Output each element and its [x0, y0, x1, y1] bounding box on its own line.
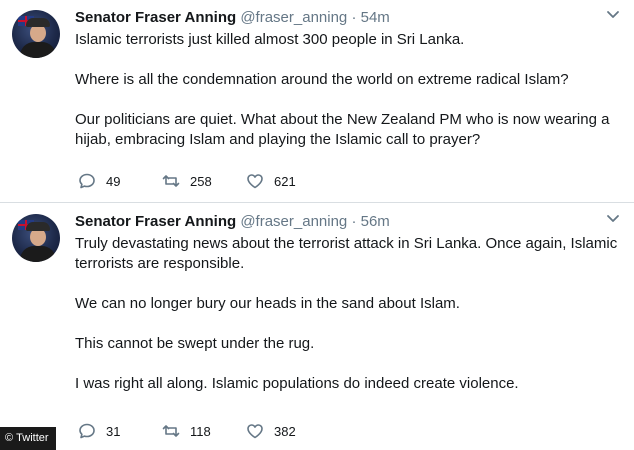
tweet-line: terrorists are responsible. [75, 255, 245, 272]
reply-count: 49 [106, 173, 121, 189]
like-button[interactable]: 621 [246, 172, 330, 190]
tweet-line: This cannot be swept under the rug. [75, 335, 315, 352]
copyright-symbol: © [5, 432, 14, 444]
tweet-line: Islamic terrorists just killed almost 30… [75, 31, 465, 48]
tweet-line: hijab, embracing Islam and playing the I… [75, 131, 481, 148]
tweet-header: Senator Fraser Anning @fraser_anning · 5… [75, 213, 390, 231]
avatar[interactable] [12, 10, 60, 58]
like-count: 621 [274, 173, 296, 189]
retweet-icon [162, 425, 180, 437]
tweet[interactable]: Senator Fraser Anning @fraser_anning · 5… [0, 204, 634, 450]
watermark-source: Twitter [16, 432, 49, 444]
author-handle[interactable]: @fraser_anning [240, 213, 347, 230]
caret-down-icon[interactable] [606, 10, 620, 20]
tweet-actions: 49 258 621 [78, 172, 330, 190]
tweet-line: Our politicians are quiet. What about th… [75, 111, 610, 128]
reply-icon [79, 173, 95, 189]
reply-icon [79, 423, 95, 439]
tweet-line: Where is all the condemnation around the… [75, 71, 569, 88]
tweet-line: We can no longer bury our heads in the s… [75, 295, 460, 312]
like-icon [247, 174, 263, 189]
separator-dot: · [351, 213, 357, 230]
tweet-time[interactable]: 54m [361, 9, 390, 26]
like-button[interactable]: 382 [246, 422, 330, 440]
tweet-line: I was right all along. Islamic populatio… [75, 375, 519, 392]
tweet-text: Islamic terrorists just killed almost 30… [75, 30, 623, 150]
reply-count: 31 [106, 423, 121, 439]
separator-dot: · [351, 9, 357, 26]
reply-button[interactable]: 49 [78, 172, 162, 190]
tweet-divider [0, 202, 634, 203]
caret-down-icon[interactable] [606, 214, 620, 224]
tweet-header: Senator Fraser Anning @fraser_anning · 5… [75, 9, 390, 27]
retweet-button[interactable]: 258 [162, 172, 246, 190]
like-icon [247, 424, 263, 439]
tweet-time[interactable]: 56m [361, 213, 390, 230]
tweet-line: Truly devastating news about the terrori… [75, 235, 618, 252]
author-name[interactable]: Senator Fraser Anning [75, 9, 236, 26]
author-name[interactable]: Senator Fraser Anning [75, 213, 236, 230]
retweet-button[interactable]: 118 [162, 422, 246, 440]
tweet-text: Truly devastating news about the terrori… [75, 234, 623, 394]
avatar[interactable] [12, 214, 60, 262]
retweet-count: 258 [190, 173, 212, 189]
tweet[interactable]: Senator Fraser Anning @fraser_anning · 5… [0, 0, 634, 203]
author-handle[interactable]: @fraser_anning [240, 9, 347, 26]
reply-button[interactable]: 31 [78, 422, 162, 440]
tweet-actions: 31 118 382 [78, 422, 330, 440]
retweet-icon [162, 175, 180, 187]
source-watermark: © Twitter [0, 427, 56, 450]
like-count: 382 [274, 423, 296, 439]
retweet-count: 118 [190, 423, 211, 439]
